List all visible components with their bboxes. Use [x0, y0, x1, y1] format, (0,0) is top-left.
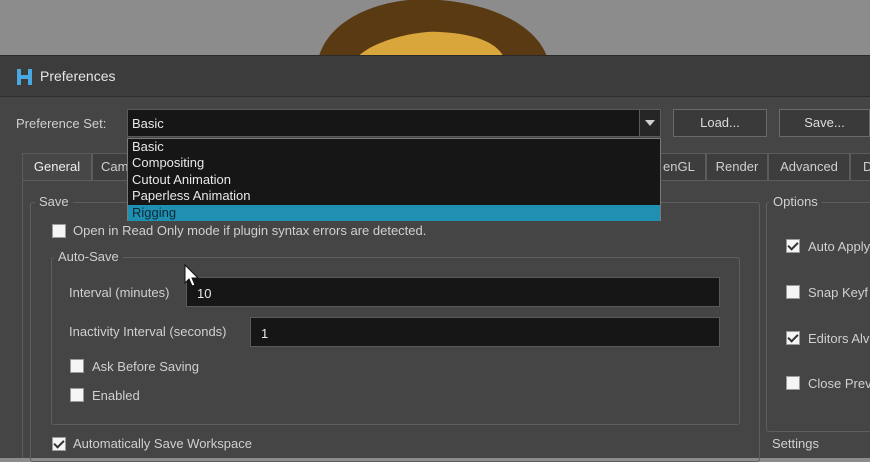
load-button[interactable]: Load...	[673, 109, 767, 137]
auto-save-group-title: Auto-Save	[54, 249, 123, 264]
dropdown-option-paperless-animation[interactable]: Paperless Animation	[128, 188, 660, 204]
read-only-label: Open in Read Only mode if plugin syntax …	[73, 223, 427, 238]
ask-before-saving-checkbox[interactable]	[70, 359, 84, 373]
editors-always-label: Editors Alv	[808, 331, 870, 346]
close-preview-checkbox[interactable]	[786, 376, 800, 390]
ask-before-saving-label: Ask Before Saving	[92, 359, 199, 374]
tab-general[interactable]: General	[22, 153, 92, 182]
enabled-label: Enabled	[92, 388, 140, 403]
save-button[interactable]: Save...	[779, 109, 870, 137]
inactivity-interval-field[interactable]: 1	[250, 317, 720, 347]
read-only-checkbox[interactable]	[52, 224, 66, 238]
tab-camera[interactable]: Cam	[92, 153, 132, 181]
preference-set-value: Basic	[132, 116, 164, 131]
window-title: Preferences	[40, 68, 116, 84]
options-group: Options	[766, 194, 870, 432]
interval-label: Interval (minutes)	[69, 285, 170, 300]
tab-more[interactable]: D	[850, 153, 870, 181]
harmony-logo-icon	[17, 69, 32, 85]
options-group-title: Options	[769, 194, 822, 209]
chevron-down-icon[interactable]	[639, 110, 660, 136]
editors-always-checkbox[interactable]	[786, 331, 800, 345]
auto-apply-checkbox[interactable]	[786, 239, 800, 253]
enabled-checkbox[interactable]	[70, 388, 84, 402]
preference-set-dropdown-list: Basic Compositing Cutout Animation Paper…	[127, 138, 661, 221]
dropdown-option-compositing[interactable]: Compositing	[128, 155, 660, 171]
preference-set-label: Preference Set:	[16, 116, 107, 131]
settings-group-title: Settings	[768, 436, 823, 451]
dropdown-option-cutout-animation[interactable]: Cutout Animation	[128, 172, 660, 188]
auto-save-workspace-label: Automatically Save Workspace	[73, 436, 252, 451]
dropdown-option-rigging[interactable]: Rigging	[128, 205, 660, 221]
tab-advanced[interactable]: Advanced	[768, 153, 850, 181]
background-artwork	[0, 0, 870, 60]
snap-keyframes-checkbox[interactable]	[786, 285, 800, 299]
save-group-title: Save	[35, 194, 73, 209]
dropdown-option-basic[interactable]: Basic	[128, 139, 660, 155]
snap-keyframes-label: Snap Keyf	[808, 285, 868, 300]
auto-apply-label: Auto Apply	[808, 239, 870, 254]
interval-field[interactable]: 10	[186, 277, 720, 307]
auto-save-workspace-checkbox[interactable]	[52, 437, 66, 451]
preference-set-combobox[interactable]: Basic	[127, 109, 661, 137]
preferences-dialog: Preferences Preference Set: Basic Load..…	[0, 55, 870, 462]
inactivity-interval-label: Inactivity Interval (seconds)	[69, 324, 227, 339]
mouse-cursor-icon	[184, 264, 200, 287]
title-bar: Preferences	[0, 56, 870, 97]
tab-render[interactable]: Render	[706, 153, 768, 181]
close-preview-label: Close Prev	[808, 376, 870, 391]
